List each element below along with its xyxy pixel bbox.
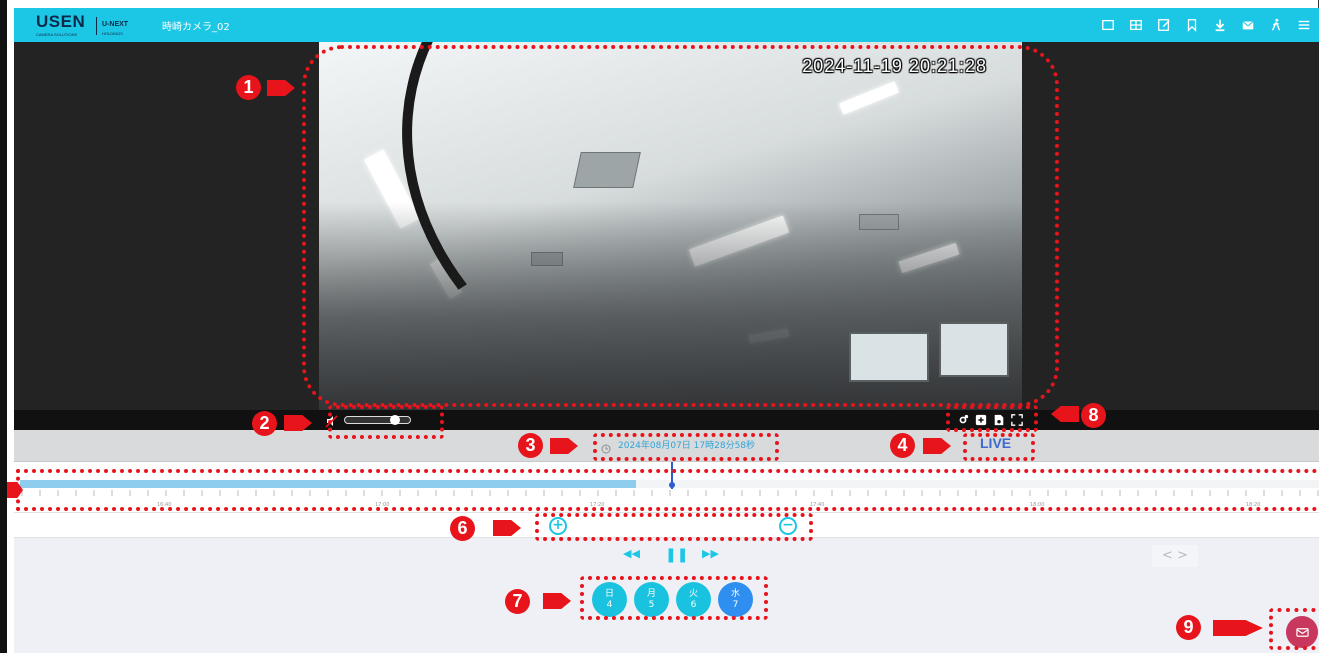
annotation-number-1: 1 <box>236 75 261 100</box>
header-toolbar <box>1097 16 1315 34</box>
annotation-box-3 <box>593 433 779 461</box>
annotation-number-6: 6 <box>450 516 475 541</box>
annotation-number-3: 3 <box>518 433 543 458</box>
annotation-number-2: 2 <box>252 411 277 436</box>
prev-next-arrows[interactable]: < > <box>1152 545 1198 567</box>
app-window: USEN CAMERA SOLUTIONS U-NEXT HOLDINGS 時崎… <box>0 0 1319 653</box>
annotation-box-2 <box>328 405 444 439</box>
rewind-button[interactable]: ◀◀ <box>623 547 640 560</box>
annotation-box-4 <box>963 433 1035 461</box>
annotation-box-1 <box>302 45 1059 407</box>
single-view-icon[interactable] <box>1097 16 1119 34</box>
fast-forward-button[interactable]: ▶▶ <box>702 547 719 560</box>
annotation-box-7 <box>580 576 768 620</box>
walking-person-icon[interactable] <box>1265 16 1287 34</box>
unext-logo: U-NEXT <box>102 21 129 28</box>
pause-button[interactable]: ❚❚ <box>665 547 688 563</box>
annotation-box-6 <box>535 513 813 541</box>
usen-logo[interactable]: USEN <box>36 12 85 32</box>
edit-icon[interactable] <box>1153 16 1175 34</box>
annotation-number-8: 8 <box>1081 403 1106 428</box>
grid-view-icon[interactable] <box>1125 16 1147 34</box>
annotation-box-5 <box>16 469 1319 511</box>
camera-title: 時崎カメラ_02 <box>162 22 230 33</box>
bookmark-icon[interactable] <box>1181 16 1203 34</box>
menu-icon[interactable] <box>1293 16 1315 34</box>
usen-logo-subtitle: CAMERA SOLUTIONS <box>36 32 78 37</box>
logo-divider <box>96 17 97 35</box>
unext-logo-subtitle: HOLDINGS <box>102 31 123 36</box>
header-bar: USEN CAMERA SOLUTIONS U-NEXT HOLDINGS 時崎… <box>14 8 1319 42</box>
mail-icon[interactable] <box>1237 16 1259 34</box>
download-icon[interactable] <box>1209 16 1231 34</box>
annotation-number-7: 7 <box>505 589 530 614</box>
annotation-number-4: 4 <box>890 433 915 458</box>
annotation-box-8 <box>946 405 1038 432</box>
annotation-box-9 <box>1269 608 1319 650</box>
video-controls-bar <box>14 410 1319 430</box>
annotation-number-9: 9 <box>1176 615 1201 640</box>
